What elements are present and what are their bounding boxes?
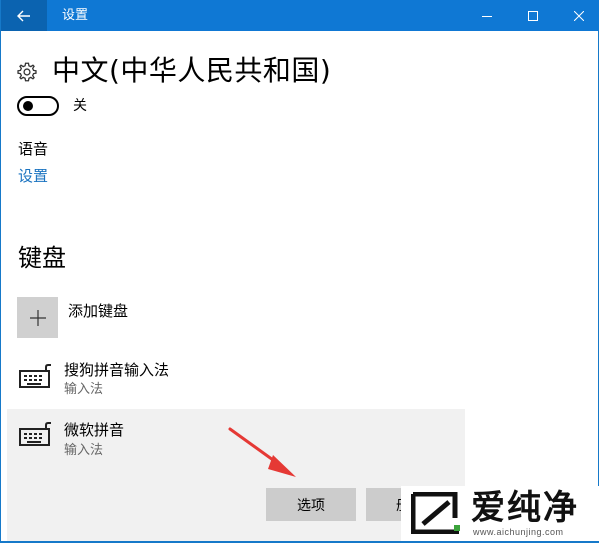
options-button[interactable]: 选项 bbox=[266, 488, 356, 521]
keyboard-section-title: 键盘 bbox=[18, 244, 66, 272]
plus-icon bbox=[29, 309, 46, 326]
keyboard-item-sogou[interactable]: 搜狗拼音输入法 输入法 bbox=[7, 355, 465, 407]
speech-label: 语音 bbox=[18, 140, 49, 158]
back-button[interactable] bbox=[1, 0, 47, 31]
title-bar: 设置 bbox=[1, 0, 599, 31]
speech-settings-link[interactable]: 设置 bbox=[18, 166, 48, 186]
watermark-text: 爱纯净 bbox=[471, 488, 579, 528]
watermark-url: www.aichunjing.com bbox=[473, 527, 564, 537]
watermark: 爱纯净 www.aichunjing.com bbox=[401, 486, 599, 543]
maximize-button[interactable] bbox=[510, 0, 556, 31]
back-arrow-icon bbox=[17, 10, 30, 21]
keyboard-icon bbox=[19, 422, 51, 446]
keyboard-name: 微软拼音 bbox=[64, 421, 125, 439]
add-keyboard-button[interactable] bbox=[17, 297, 58, 338]
keyboard-icon bbox=[19, 364, 51, 388]
window-title: 设置 bbox=[62, 8, 89, 23]
keyboard-type: 输入法 bbox=[64, 443, 104, 458]
gear-icon bbox=[17, 62, 37, 82]
minimize-icon bbox=[482, 15, 492, 17]
settings-window: 设置 中文(中华人民共和国) 关 语音 设置 键盘 添加键盘 搜狗拼音输入法 输… bbox=[0, 0, 599, 543]
keyboard-type: 输入法 bbox=[64, 382, 104, 397]
keyboard-name: 搜狗拼音输入法 bbox=[64, 361, 170, 379]
page-title: 中文(中华人民共和国) bbox=[52, 54, 332, 87]
close-button[interactable] bbox=[556, 0, 599, 31]
keyboard-item-microsoft-pinyin[interactable]: 微软拼音 输入法 选项 册 bbox=[7, 409, 465, 541]
toggle-knob bbox=[23, 101, 33, 111]
add-keyboard-label[interactable]: 添加键盘 bbox=[68, 301, 128, 321]
close-icon bbox=[574, 10, 584, 21]
toggle-state-label: 关 bbox=[73, 98, 87, 114]
language-toggle[interactable] bbox=[17, 96, 59, 116]
watermark-logo bbox=[411, 492, 460, 534]
maximize-icon bbox=[528, 10, 538, 21]
minimize-button[interactable] bbox=[464, 0, 510, 31]
